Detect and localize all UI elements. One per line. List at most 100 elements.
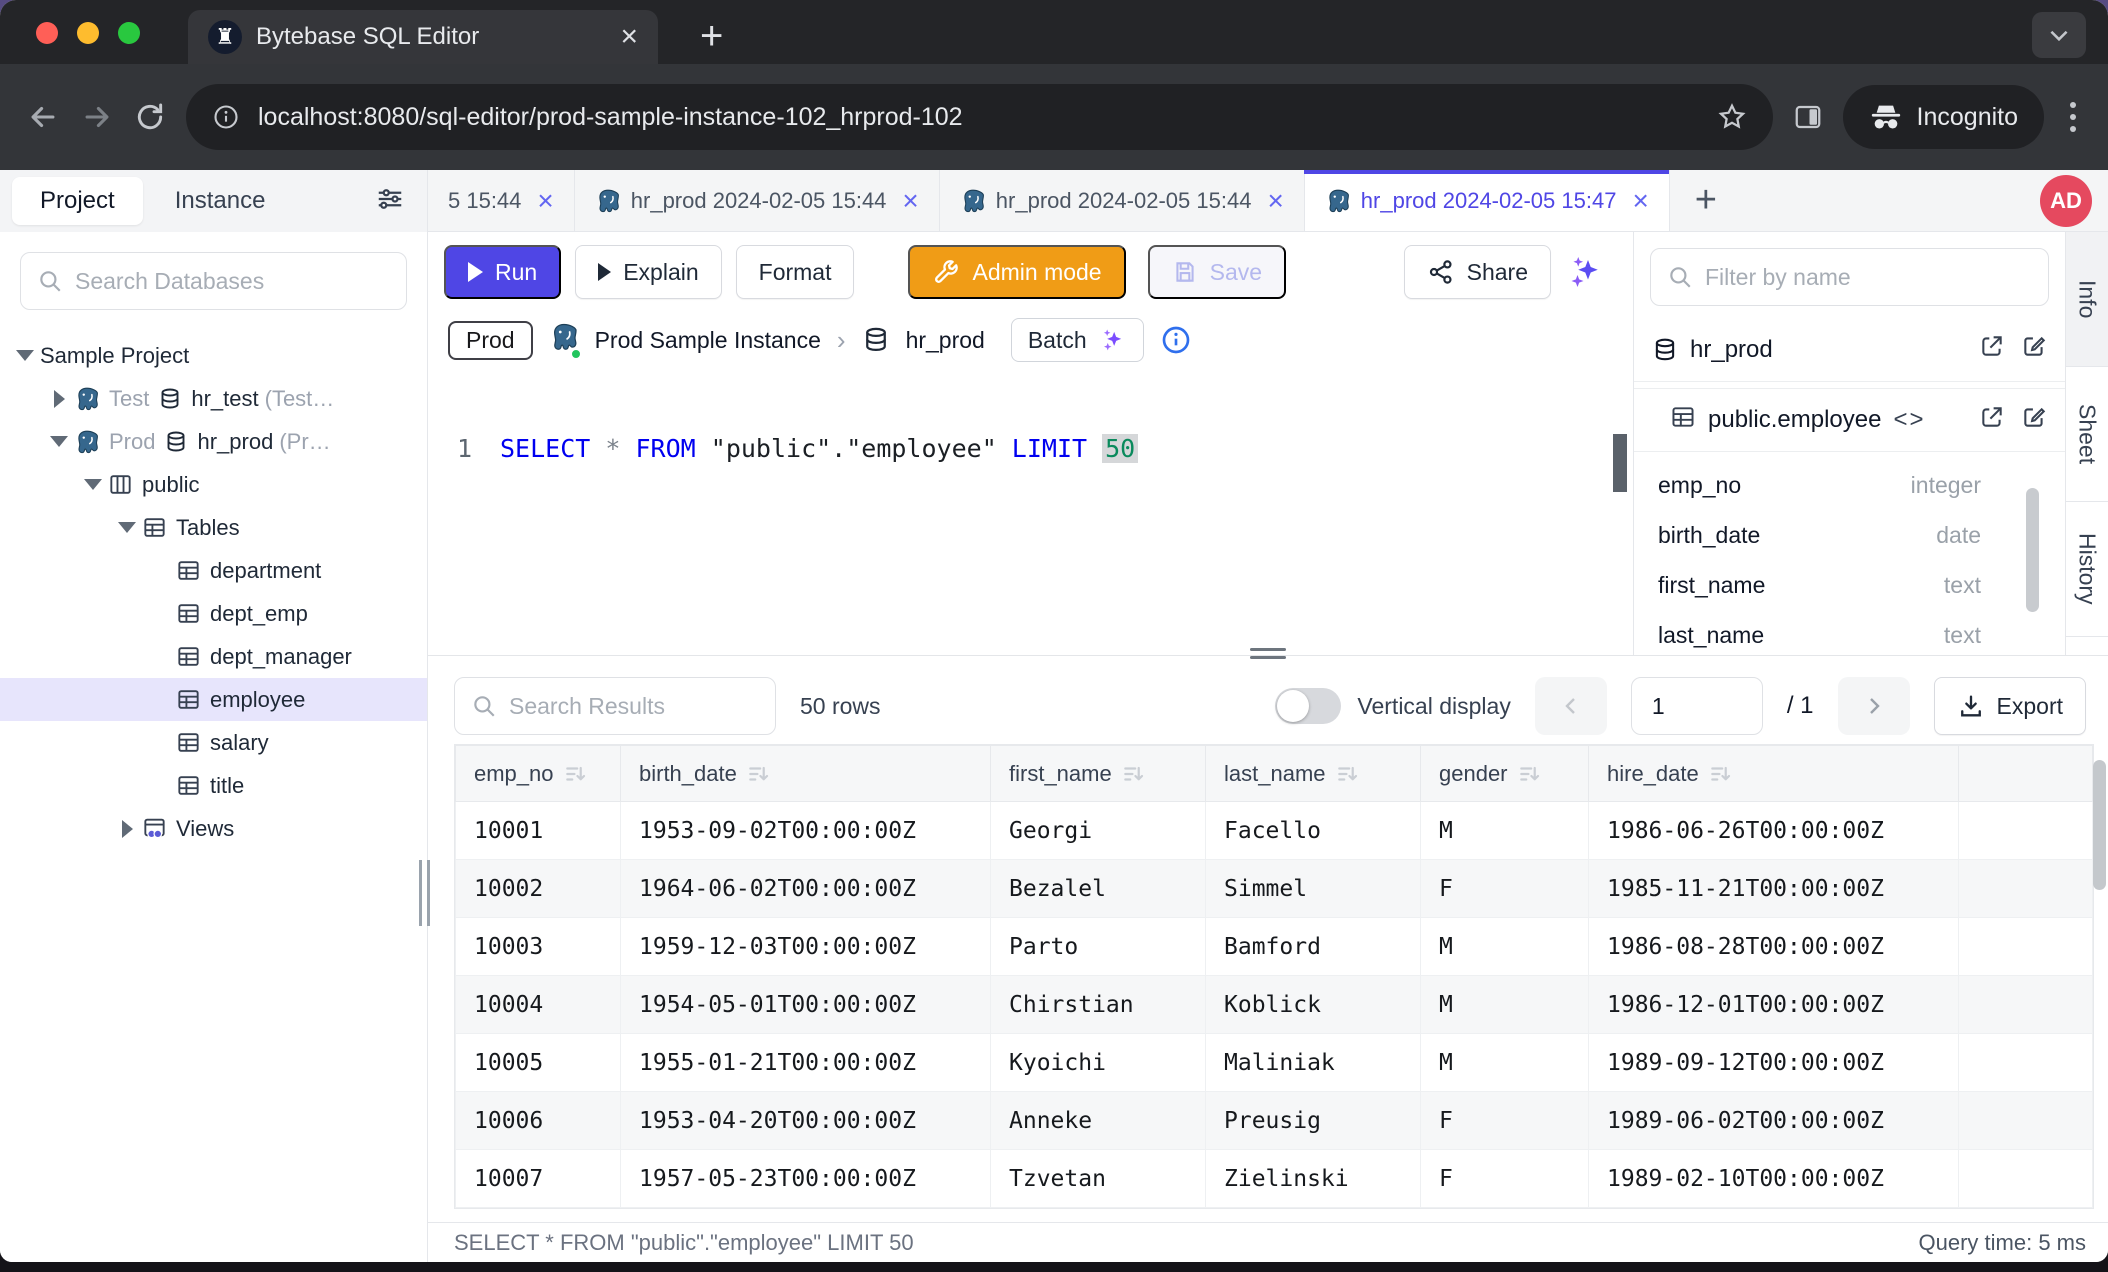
close-window-button[interactable] bbox=[36, 22, 58, 44]
table-cell[interactable]: Bezalel bbox=[991, 860, 1206, 918]
export-button[interactable]: Export bbox=[1934, 677, 2086, 735]
table-cell[interactable]: Bamford bbox=[1206, 918, 1421, 976]
open-external-button[interactable] bbox=[1979, 404, 2005, 437]
caret-right-icon[interactable] bbox=[44, 390, 74, 408]
maximize-window-button[interactable] bbox=[118, 22, 140, 44]
filter-settings-button[interactable] bbox=[375, 184, 405, 219]
tree-item-hr_prod[interactable]: Prodhr_prod(Pr… bbox=[0, 420, 427, 463]
table-cell[interactable]: 10004 bbox=[456, 976, 621, 1034]
caret-down-icon[interactable] bbox=[78, 479, 108, 490]
tree-item-Sample Project[interactable]: Sample Project bbox=[0, 334, 427, 377]
table-row[interactable]: 100041954-05-01T00:00:00ZChirstianKoblic… bbox=[456, 976, 2093, 1034]
column-header-birth_date[interactable]: birth_date bbox=[621, 746, 991, 802]
user-avatar[interactable]: AD bbox=[2040, 175, 2092, 227]
column-header-gender[interactable]: gender bbox=[1421, 746, 1589, 802]
tree-item-employee[interactable]: employee bbox=[0, 678, 427, 721]
table-cell[interactable]: 10003 bbox=[456, 918, 621, 976]
table-cell[interactable]: F bbox=[1421, 1092, 1589, 1150]
table-cell[interactable]: 1955-01-21T00:00:00Z bbox=[621, 1034, 991, 1092]
table-cell[interactable]: 1986-06-26T00:00:00Z bbox=[1589, 802, 1959, 860]
prev-page-button[interactable] bbox=[1535, 677, 1607, 735]
table-cell[interactable]: 10006 bbox=[456, 1092, 621, 1150]
results-search[interactable] bbox=[454, 677, 776, 735]
table-row[interactable]: 100021964-06-02T00:00:00ZBezalelSimmelF1… bbox=[456, 860, 2093, 918]
browser-menu-button[interactable] bbox=[2064, 102, 2082, 132]
table-cell[interactable]: 1989-09-12T00:00:00Z bbox=[1589, 1034, 1959, 1092]
side-tab-history[interactable]: History bbox=[2066, 502, 2108, 637]
reload-button[interactable] bbox=[134, 101, 166, 133]
table-cell[interactable]: 1985-11-21T00:00:00Z bbox=[1589, 860, 1959, 918]
table-cell[interactable]: F bbox=[1421, 1150, 1589, 1208]
table-cell[interactable]: 10001 bbox=[456, 802, 621, 860]
table-cell[interactable]: Preusig bbox=[1206, 1092, 1421, 1150]
table-cell[interactable]: M bbox=[1421, 1034, 1589, 1092]
caret-down-icon[interactable] bbox=[112, 522, 142, 533]
table-cell[interactable]: 1986-08-28T00:00:00Z bbox=[1589, 918, 1959, 976]
database-name[interactable]: hr_prod bbox=[906, 327, 985, 354]
edit-button[interactable] bbox=[2021, 404, 2047, 437]
column-list-scrollbar[interactable] bbox=[2026, 488, 2039, 612]
table-cell[interactable]: 1954-05-01T00:00:00Z bbox=[621, 976, 991, 1034]
next-page-button[interactable] bbox=[1838, 677, 1910, 735]
explain-button[interactable]: Explain bbox=[575, 245, 721, 299]
browser-tab[interactable]: ♜ Bytebase SQL Editor × bbox=[188, 10, 658, 64]
new-worksheet-button[interactable]: + bbox=[1670, 170, 1742, 231]
tree-item-public[interactable]: public bbox=[0, 463, 427, 506]
results-search-input[interactable] bbox=[509, 693, 759, 720]
schema-filter-input[interactable] bbox=[1705, 264, 2032, 291]
edit-button[interactable] bbox=[2021, 333, 2047, 366]
url-bar[interactable]: localhost:8080/sql-editor/prod-sample-in… bbox=[186, 84, 1773, 150]
tree-item-Tables[interactable]: Tables bbox=[0, 506, 427, 549]
worksheet-tab[interactable]: hr_prod 2024-02-05 15:44× bbox=[575, 170, 940, 231]
tab-instance[interactable]: Instance bbox=[147, 177, 294, 225]
back-button[interactable] bbox=[26, 100, 60, 134]
table-cell[interactable]: 1986-12-01T00:00:00Z bbox=[1589, 976, 1959, 1034]
table-cell[interactable]: F bbox=[1421, 860, 1589, 918]
table-cell[interactable]: Simmel bbox=[1206, 860, 1421, 918]
database-search[interactable] bbox=[20, 252, 407, 310]
caret-right-icon[interactable] bbox=[112, 820, 142, 838]
format-button[interactable]: Format bbox=[736, 245, 855, 299]
column-header-last_name[interactable]: last_name bbox=[1206, 746, 1421, 802]
page-number-input[interactable] bbox=[1631, 677, 1763, 735]
table-cell[interactable]: M bbox=[1421, 918, 1589, 976]
table-cell[interactable]: 1959-12-03T00:00:00Z bbox=[621, 918, 991, 976]
table-cell[interactable]: Koblick bbox=[1206, 976, 1421, 1034]
table-cell[interactable]: Kyoichi bbox=[991, 1034, 1206, 1092]
table-row[interactable]: 100061953-04-20T00:00:00ZAnnekePreusigF1… bbox=[456, 1092, 2093, 1150]
table-cell[interactable]: Anneke bbox=[991, 1092, 1206, 1150]
tab-project[interactable]: Project bbox=[12, 177, 143, 225]
table-cell[interactable]: Tzvetan bbox=[991, 1150, 1206, 1208]
tree-item-department[interactable]: department bbox=[0, 549, 427, 592]
info-icon[interactable] bbox=[1160, 324, 1192, 356]
open-external-button[interactable] bbox=[1979, 333, 2005, 366]
table-cell[interactable]: Facello bbox=[1206, 802, 1421, 860]
close-icon[interactable]: × bbox=[537, 187, 553, 215]
table-row[interactable]: 100071957-05-23T00:00:00ZTzvetanZielinsk… bbox=[456, 1150, 2093, 1208]
table-cell[interactable]: M bbox=[1421, 976, 1589, 1034]
tab-overview-button[interactable] bbox=[2032, 12, 2086, 58]
caret-down-icon[interactable] bbox=[44, 436, 74, 447]
site-info-icon[interactable] bbox=[212, 103, 240, 131]
panel-database-row[interactable]: hr_prod bbox=[1634, 318, 2065, 382]
column-row[interactable]: emp_nointeger bbox=[1634, 460, 2065, 510]
forward-button[interactable] bbox=[80, 100, 114, 134]
close-icon[interactable]: × bbox=[1267, 187, 1283, 215]
panel-table-row[interactable]: public.employee <> bbox=[1634, 388, 2065, 452]
column-row[interactable]: birth_datedate bbox=[1634, 510, 2065, 560]
run-button[interactable]: Run bbox=[444, 245, 561, 299]
ai-assistant-button[interactable] bbox=[1565, 254, 1617, 290]
tree-item-dept_emp[interactable]: dept_emp bbox=[0, 592, 427, 635]
close-icon[interactable]: × bbox=[1632, 187, 1648, 215]
table-cell[interactable]: Parto bbox=[991, 918, 1206, 976]
column-header-emp_no[interactable]: emp_no bbox=[456, 746, 621, 802]
table-cell[interactable]: 1953-09-02T00:00:00Z bbox=[621, 802, 991, 860]
table-row[interactable]: 100011953-09-02T00:00:00ZGeorgiFacelloM1… bbox=[456, 802, 2093, 860]
close-icon[interactable]: × bbox=[902, 187, 918, 215]
table-cell[interactable]: 1989-02-10T00:00:00Z bbox=[1589, 1150, 1959, 1208]
tree-item-title[interactable]: title bbox=[0, 764, 427, 807]
minimize-window-button[interactable] bbox=[77, 22, 99, 44]
table-cell[interactable]: M bbox=[1421, 802, 1589, 860]
sql-editor[interactable]: 1 SELECT * FROM "public"."employee" LIMI… bbox=[428, 368, 1633, 655]
table-cell[interactable]: 1964-06-02T00:00:00Z bbox=[621, 860, 991, 918]
